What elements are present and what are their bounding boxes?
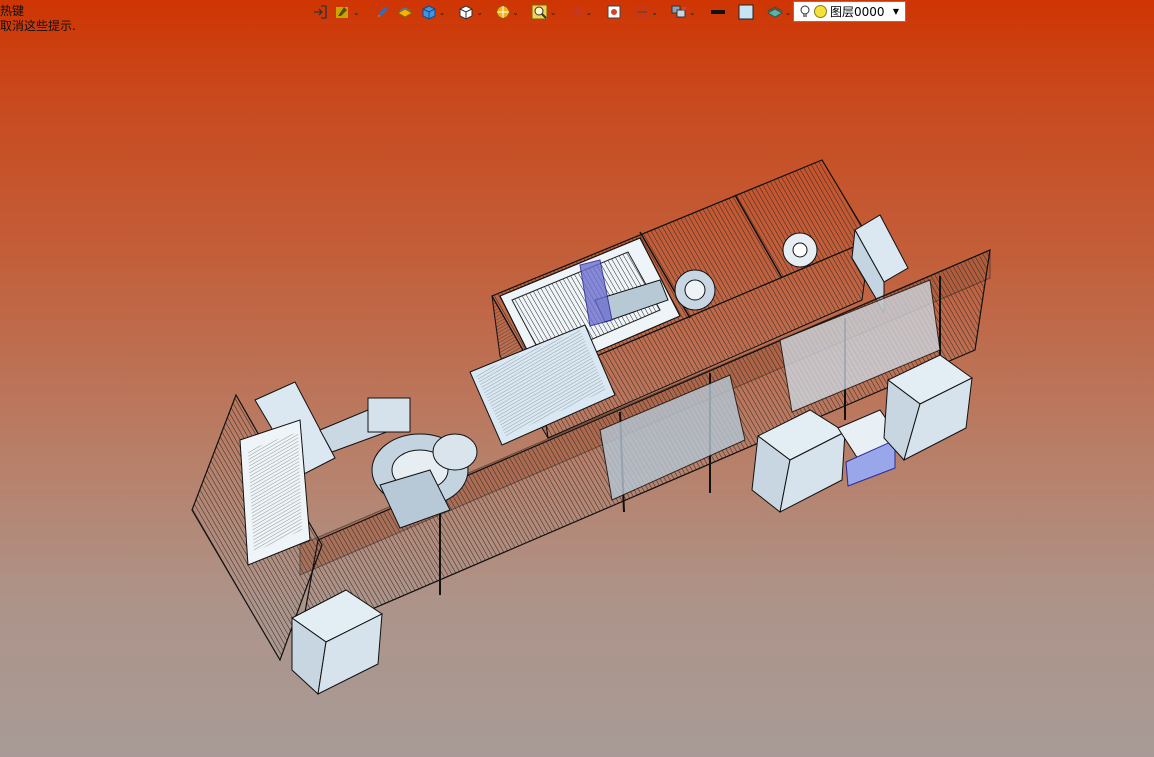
section-view-icon: [636, 6, 648, 18]
layer-manager-icon: [671, 5, 686, 18]
view-fit-icon: [607, 5, 621, 19]
chevron-down-icon: ⌄: [784, 7, 792, 17]
line-color-button[interactable]: [708, 1, 728, 23]
zoom-button[interactable]: ⌄: [529, 1, 559, 23]
chevron-down-icon: ⌄: [353, 7, 360, 17]
chevron-down-icon: ⌄: [651, 7, 658, 17]
view-cube-icon: [459, 5, 473, 20]
dropdown-arrow-icon: ▼: [892, 7, 899, 16]
chevron-down-icon: ⌄: [585, 7, 593, 17]
pencil-icon: [377, 7, 388, 17]
cabinet-bottom-left: [291, 589, 383, 696]
fill-color-icon: [738, 4, 754, 20]
chevron-down-icon: ⌄: [512, 7, 519, 17]
surface-body-button[interactable]: [394, 1, 416, 23]
tool-settings-icon: [336, 7, 348, 18]
pan-icon: [571, 6, 584, 18]
tool-settings-button[interactable]: ⌄: [332, 1, 362, 23]
layer-selector[interactable]: 图层0000 ▼: [793, 1, 906, 22]
fill-color-button[interactable]: [736, 1, 756, 23]
exit-sketch-button[interactable]: [310, 1, 330, 23]
line-color-icon: [710, 10, 725, 14]
cad-viewport[interactable]: [0, 24, 1154, 757]
chevron-down-icon: ⌄: [476, 7, 484, 17]
chevron-down-icon: ⌄: [549, 7, 557, 17]
top-toolbar: ⌄ ⌄ ⌄ ⌄ ⌄ ⌄ ⌄ ⌄ ⌄: [310, 0, 793, 24]
render-mode-icon: [496, 5, 510, 19]
section-view-button[interactable]: ⌄: [632, 1, 660, 23]
pan-button[interactable]: ⌄: [569, 1, 595, 23]
layer-manager-button[interactable]: ⌄: [668, 1, 698, 23]
chevron-down-icon: ⌄: [438, 7, 446, 17]
solid-body-button[interactable]: ⌄: [418, 1, 448, 23]
render-mode-button[interactable]: ⌄: [493, 1, 521, 23]
view-fit-button[interactable]: [604, 1, 624, 23]
lightbulb-icon: [800, 5, 810, 17]
pencil-button[interactable]: [374, 1, 392, 23]
surface-body-icon: [396, 7, 413, 18]
layer-stack-button[interactable]: ⌄: [764, 1, 794, 23]
layer-color-icon: [814, 5, 827, 18]
layer-name: 图层0000: [830, 5, 885, 19]
exit-sketch-icon: [314, 5, 327, 19]
zoom-icon: [531, 4, 548, 20]
chevron-down-icon: ⌄: [688, 7, 696, 17]
hint-line-hotkeys: 热键: [0, 4, 25, 18]
layer-stack-icon: [766, 6, 783, 18]
view-cube-button[interactable]: ⌄: [455, 1, 485, 23]
solid-body-icon: [422, 5, 436, 20]
